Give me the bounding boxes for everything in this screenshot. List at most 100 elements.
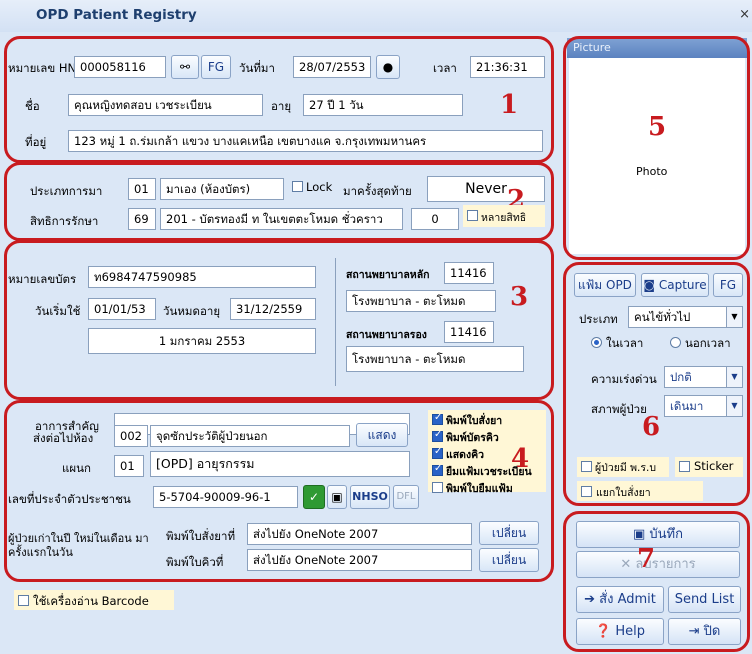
condition-select-value: เดินมา [670,399,704,413]
main-hospital-code-input[interactable]: 11416 [444,262,494,284]
type-select[interactable]: คนไข้ทั่วไป ▼ [628,306,743,328]
save-label: บันทึก [649,527,683,542]
opd-folder-button[interactable]: แฟ้ม OPD [574,273,636,297]
capture-button[interactable]: ◙ Capture [641,273,709,297]
out-time-radio[interactable] [670,337,681,348]
multi-rights-checkbox[interactable] [467,210,478,221]
start-date-label: วันเริ่มใช้ [35,304,81,318]
title-bar: OPD Patient Registry × [0,0,752,32]
cid-input[interactable]: 5-5704-90009-96-1 [153,486,298,508]
card-no-input[interactable]: ท6984747590985 [88,266,316,288]
admit-button[interactable]: ➔ สั่ง Admit [576,586,664,613]
fg-side-button[interactable]: FG [713,273,743,297]
visit-type-input[interactable]: มาเอง (ห้องบัตร) [160,178,284,200]
delete-x-icon: ✕ [620,557,636,572]
visit-type-code-input[interactable]: 01 [128,178,156,200]
pcb-checkbox[interactable] [581,461,592,472]
condition-select[interactable]: เดินมา ▼ [664,395,743,417]
rights-count-input[interactable]: 0 [411,208,459,230]
section-4-marker: 4 [511,444,530,474]
option-checkbox[interactable] [432,429,443,442]
card-date-text: 1 มกราคม 2553 [88,328,316,354]
calendar-lock-icon[interactable]: ● [376,55,400,79]
send-list-button[interactable]: Send List [668,586,741,613]
section-6-marker: 6 [642,412,661,442]
sub-hospital-code-input[interactable]: 11416 [444,321,494,343]
show-room-button[interactable]: แสดง [356,423,408,447]
check-icon[interactable]: ✓ [303,485,325,509]
lock-label: Lock [306,180,333,194]
chevron-down-icon[interactable]: ▼ [726,367,742,387]
exit-door-icon: ⇥ [688,624,704,639]
lock-checkbox[interactable] [292,181,303,192]
change-queue-printer-button[interactable]: เปลี่ยน [479,548,539,572]
section-3-marker: 3 [510,282,529,312]
admit-arrow-icon: ➔ [584,592,600,607]
type-label: ประเภท [579,312,618,326]
option-checkbox[interactable] [432,446,443,459]
nhso-button[interactable]: NHSO [350,485,390,509]
main-hospital-name: โรงพยาบาล - ตะโหมด [346,290,496,312]
close-window-icon[interactable]: × [739,7,750,22]
option-checkbox[interactable] [432,482,443,493]
barcode-checkbox[interactable] [18,595,29,606]
dept-input[interactable]: [OPD] อายุรกรรม [150,451,410,477]
address-label: ที่อยู่ [25,135,47,149]
option-checkbox[interactable] [432,463,443,476]
start-date-input[interactable]: 01/01/53 [88,298,156,320]
chevron-down-icon[interactable]: ▼ [726,396,742,416]
help-button[interactable]: ❓ Help [576,618,664,645]
window-title: OPD Patient Registry [36,7,197,23]
option-checkbox[interactable] [432,412,443,425]
save-button[interactable]: ▣ บันทึก [576,521,740,548]
room-input[interactable]: จุดซักประวัติผู้ป่วยนอก [150,425,350,447]
print-queue-input[interactable]: ส่งไปยัง OneNote 2007 [247,549,472,571]
name-input[interactable]: คุณหญิงทดสอบ เวชระเบียน [68,94,263,116]
option-show-queue: แสดงคิว [446,449,485,461]
opd-registry-window: OPD Patient Registry × หมายเลข HN 000058… [0,0,752,654]
section-3-divider [335,258,336,386]
pcb-label: ผู้ป่วยมี พ.ร.บ [595,462,657,474]
visit-type-label: ประเภทการมา [30,184,103,198]
hn-input[interactable]: 000058116 [74,56,166,78]
date-input[interactable]: 28/07/2553 [293,56,371,78]
change-drug-printer-button[interactable]: เปลี่ยน [479,521,539,545]
split-label: แยกใบสั่งยา [596,487,651,499]
age-label: อายุ [271,99,292,113]
room-code-input[interactable]: 002 [114,425,148,447]
section-7-marker: 7 [637,544,656,574]
in-time-label: ในเวลา [606,336,644,350]
option-borrow-record: ยืมแฟ้มเวชระเบียน [446,466,532,478]
section-5-highlight [563,36,750,260]
floppy-icon: ▣ [632,527,650,542]
sticker-checkbox[interactable] [679,461,690,472]
expire-date-input[interactable]: 31/12/2559 [230,298,316,320]
in-time-radio[interactable] [591,337,602,348]
sub-hospital-name: โรงพยาบาล - ตะโหมด [346,346,524,372]
split-checkbox[interactable] [581,486,592,497]
delete-button[interactable]: ✕ ลบรายการ [576,551,740,578]
option-print-queue: พิมพ์บัตรคิว [446,432,499,444]
rights-input[interactable]: 201 - บัตรทองมี ท ในเขตตะโหมด ชั่วคราว [160,208,403,230]
time-input[interactable]: 21:36:31 [470,56,545,78]
print-drug-input[interactable]: ส่งไปยัง OneNote 2007 [247,523,472,545]
close-button[interactable]: ⇥ ปิด [668,618,741,645]
age-input[interactable]: 27 ปี 1 วัน [303,94,463,116]
old-patient-text: ผู้ป่วยเก่าในปี ใหม่ในเดือน มาครั้งแรกใน… [8,532,149,559]
address-input[interactable]: 123 หมู่ 1 ถ.ร่มเกล้า แขวง บางแคเหนือ เข… [68,130,543,152]
fg-button[interactable]: FG [201,55,231,79]
capture-button-wrap: ◙ Capture [641,273,709,297]
rights-code-input[interactable]: 69 [128,208,156,230]
binoculars-icon[interactable]: ⚯ [171,55,199,79]
hn-label: หมายเลข HN [8,61,77,75]
dept-code-input[interactable]: 01 [114,455,144,477]
multi-rights-label: หลายสิทธิ [481,212,527,224]
urgency-select-value: ปกติ [670,370,692,384]
card-reader-icon[interactable]: ▣ [327,485,347,509]
chevron-down-icon[interactable]: ▼ [726,307,742,327]
urgency-select[interactable]: ปกติ ▼ [664,366,743,388]
help-label: Help [615,624,645,639]
dfl-button[interactable]: DFL [393,485,419,509]
option-print-drug: พิมพ์ใบสั่งยา [446,415,503,427]
camera-icon: ◙ [643,278,659,292]
